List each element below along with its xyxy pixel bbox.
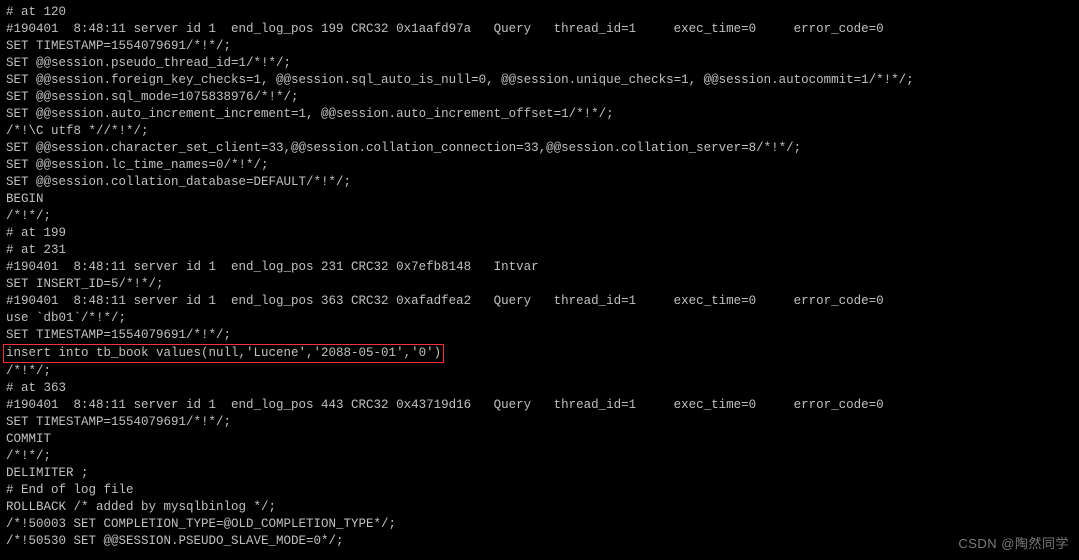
log-line: /*!\C utf8 *//*!*/; <box>6 123 1073 140</box>
log-line: SET @@session.collation_database=DEFAULT… <box>6 174 1073 191</box>
log-line: SET @@session.sql_mode=1075838976/*!*/; <box>6 89 1073 106</box>
log-line-highlighted: insert into tb_book values(null,'Lucene'… <box>6 344 1073 363</box>
log-line: SET @@session.pseudo_thread_id=1/*!*/; <box>6 55 1073 72</box>
log-line: #190401 8:48:11 server id 1 end_log_pos … <box>6 293 1073 310</box>
log-line: #190401 8:48:11 server id 1 end_log_pos … <box>6 397 1073 414</box>
terminal-output: # at 120#190401 8:48:11 server id 1 end_… <box>0 0 1079 554</box>
log-line: /*!*/; <box>6 448 1073 465</box>
log-line: /*!*/; <box>6 363 1073 380</box>
log-line: # End of log file <box>6 482 1073 499</box>
log-line: # at 199 <box>6 225 1073 242</box>
log-line: #190401 8:48:11 server id 1 end_log_pos … <box>6 259 1073 276</box>
log-line: #190401 8:48:11 server id 1 end_log_pos … <box>6 21 1073 38</box>
highlight-box: insert into tb_book values(null,'Lucene'… <box>3 344 444 363</box>
log-line: BEGIN <box>6 191 1073 208</box>
log-line: COMMIT <box>6 431 1073 448</box>
log-line: # at 231 <box>6 242 1073 259</box>
log-line: SET @@session.auto_increment_increment=1… <box>6 106 1073 123</box>
log-line: /*!50530 SET @@SESSION.PSEUDO_SLAVE_MODE… <box>6 533 1073 550</box>
log-line: use `db01`/*!*/; <box>6 310 1073 327</box>
log-line: # at 363 <box>6 380 1073 397</box>
log-line: DELIMITER ; <box>6 465 1073 482</box>
log-line: SET TIMESTAMP=1554079691/*!*/; <box>6 38 1073 55</box>
log-line: SET TIMESTAMP=1554079691/*!*/; <box>6 414 1073 431</box>
log-line: SET TIMESTAMP=1554079691/*!*/; <box>6 327 1073 344</box>
log-line: /*!50003 SET COMPLETION_TYPE=@OLD_COMPLE… <box>6 516 1073 533</box>
log-line: SET @@session.character_set_client=33,@@… <box>6 140 1073 157</box>
log-line: SET INSERT_ID=5/*!*/; <box>6 276 1073 293</box>
log-line: /*!*/; <box>6 208 1073 225</box>
log-line: SET @@session.foreign_key_checks=1, @@se… <box>6 72 1073 89</box>
log-line: # at 120 <box>6 4 1073 21</box>
log-line: ROLLBACK /* added by mysqlbinlog */; <box>6 499 1073 516</box>
log-line: SET @@session.lc_time_names=0/*!*/; <box>6 157 1073 174</box>
